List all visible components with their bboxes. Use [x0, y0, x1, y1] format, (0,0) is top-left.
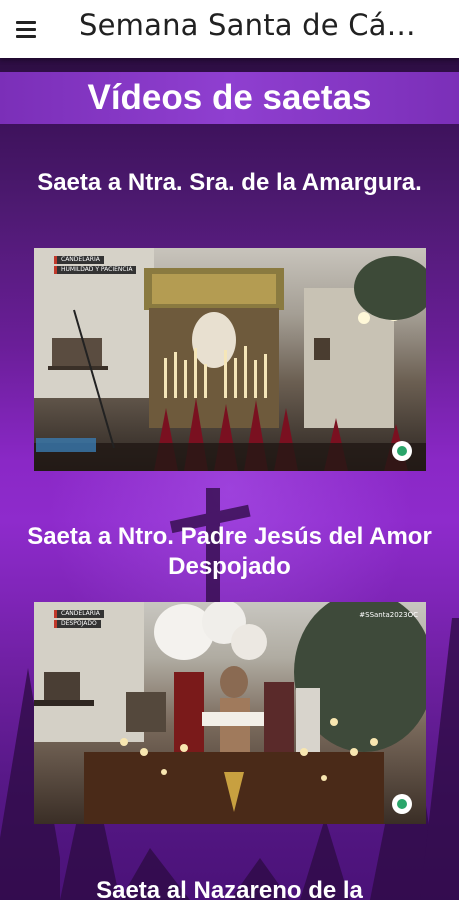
video-thumbnail[interactable]: CANDELARIA DESPOJADO #SSanta2023OC: [34, 602, 426, 824]
thumbnail-label: CANDELARIA: [54, 256, 104, 264]
section-title: Vídeos de saetas: [87, 78, 372, 117]
thumbnail-label: DESPOJADO: [54, 620, 101, 628]
thumbnail-label: CANDELARIA: [54, 610, 104, 618]
section-banner: Vídeos de saetas: [0, 72, 459, 124]
video-title: Saeta a Ntra. Sra. de la Amargura.: [37, 169, 422, 196]
video-list[interactable]: Vídeos de saetas Saeta a Ntra. Sra. de l…: [0, 58, 459, 900]
app-bar: Semana Santa de Cá…: [0, 0, 459, 58]
hamburger-menu-icon[interactable]: [14, 17, 38, 41]
channel-logo-icon: [392, 441, 412, 461]
channel-logo-icon: [392, 794, 412, 814]
video-thumbnail[interactable]: CANDELARIA HUMILDAD Y PACIENCIA: [34, 248, 426, 471]
procession-scene-image: [34, 248, 426, 471]
procession-scene-image: [34, 602, 426, 824]
hashtag-label: #SSanta2023OC: [359, 611, 418, 619]
video-title: Saeta al Nazareno de la: [96, 877, 363, 900]
video-title: Saeta a Ntro. Padre Jesús del Amor Despo…: [27, 523, 432, 580]
thumbnail-label: HUMILDAD Y PACIENCIA: [54, 266, 137, 274]
app-title: Semana Santa de Cá…: [79, 8, 416, 42]
